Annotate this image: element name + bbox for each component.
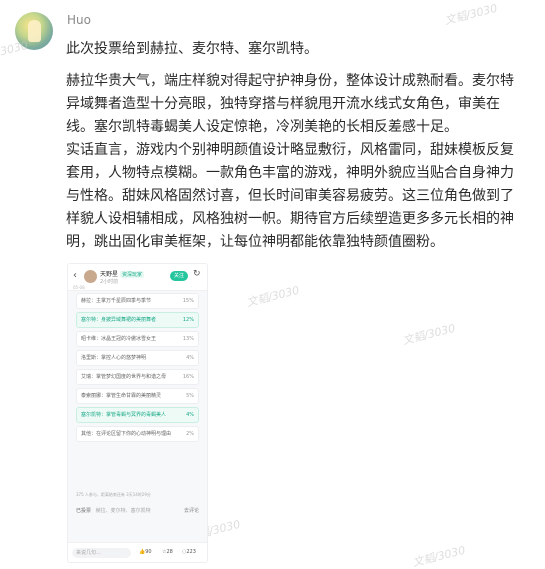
poll-option[interactable]: 赫拉：主掌万千星辰四季与季节 15% xyxy=(76,293,199,309)
comment-input[interactable]: 来说几句... xyxy=(72,548,131,558)
vote-status-bar: 已投票 赫拉、麦尔特、塞尔凯特 去评论 xyxy=(76,507,199,517)
poll-option[interactable]: 其他：在评论区留下你的心动神明与理由 2% xyxy=(76,426,199,442)
poll-option-percent: 12% xyxy=(182,317,194,323)
watermark: 文韬/3030 xyxy=(245,283,301,310)
poll-option-text: 塞尔凯特：掌管毒蝎与冥界的毒蝎美人 xyxy=(81,412,167,418)
poll-option[interactable]: 洛里斯：掌控人心的悠梦神明 4% xyxy=(76,350,199,366)
post-paragraph-1: 此次投票给到赫拉、麦尔特、塞尔凯特。 xyxy=(66,41,318,57)
embedded-screenshot[interactable]: ‹ 天野星 资深玩家 2小时前 关注 ↻ 05-08 赫拉：主掌万千星辰四季与季节… xyxy=(67,263,208,563)
poll-option-text: 赫拉：主掌万千星辰四季与季节 xyxy=(81,298,152,304)
poll-option-text: 泰索丽娜：掌管生命甘霖的美丽精灵 xyxy=(81,393,162,399)
embed-author-sub: 2小时前 xyxy=(100,279,119,285)
user-avatar[interactable] xyxy=(15,12,53,50)
poll-option[interactable]: 塞尔凯特：掌管毒蝎与冥界的毒蝎美人 4% xyxy=(76,407,199,423)
watermark: 文韬/3030 xyxy=(411,543,467,569)
like-button[interactable]: 👍90 xyxy=(139,549,152,555)
refresh-icon[interactable]: ↻ xyxy=(193,269,201,279)
poll-option-percent: 13% xyxy=(182,336,194,342)
comment-button[interactable]: ◌223 xyxy=(182,549,196,555)
poll-options: 赫拉：主掌万千星辰四季与季节 15% 塞尔特：身披异域舞裙的美丽舞者 12% 昭… xyxy=(76,293,199,445)
embed-footer: 来说几句... 👍90 ☆28 ◌223 xyxy=(68,542,207,562)
embed-author-label: 天野星 xyxy=(100,271,119,278)
poll-option-percent: 4% xyxy=(186,412,194,418)
poll-option-text: 昭卡维：冰晶王冠的冷傲冰雪女王 xyxy=(81,336,157,342)
go-comment-link[interactable]: 去评论 xyxy=(184,507,199,514)
star-count: 28 xyxy=(166,549,173,555)
poll-option-percent: 2% xyxy=(186,431,194,437)
poll-option[interactable]: 塞尔特：身披异域舞裙的美丽舞者 12% xyxy=(76,312,199,328)
poll-option-percent: 5% xyxy=(186,393,194,399)
poll-option[interactable]: 昭卡维：冰晶王冠的冷傲冰雪女王 13% xyxy=(76,331,199,347)
comment-count: 223 xyxy=(186,549,196,555)
poll-option-percent: 4% xyxy=(186,355,194,361)
avatar-figure-shape xyxy=(28,20,41,42)
voted-detail: 赫拉、麦尔特、塞尔凯特 xyxy=(95,508,151,514)
poll-option-text: 塞尔特：身披异域舞裙的美丽舞者 xyxy=(81,317,157,323)
poll-stats: 375 人参与，距离结束还有 3天14时29分 xyxy=(76,492,151,497)
username[interactable]: Huo xyxy=(67,13,91,27)
back-arrow-icon[interactable]: ‹ xyxy=(73,270,77,281)
like-count: 90 xyxy=(145,549,152,555)
poll-option-text: 艾瑞：掌管梦幻国度的世界与和谐之母 xyxy=(81,374,167,380)
author-badge: 资深玩家 xyxy=(120,271,145,278)
voted-label: 已投票 xyxy=(76,508,92,514)
poll-option[interactable]: 艾瑞：掌管梦幻国度的世界与和谐之母 16% xyxy=(76,369,199,385)
follow-button[interactable]: 关注 xyxy=(170,271,188,281)
poll-option-text: 洛里斯：掌控人心的悠梦神明 xyxy=(81,355,147,361)
post-page: Huo 此次投票给到赫拉、麦尔特、塞尔凯特。 赫拉华贵大气，端庄样貌对得起守护神… xyxy=(0,0,545,569)
embed-date: 05-08 xyxy=(73,285,85,290)
watermark: 文韬/3030 xyxy=(443,1,499,28)
poll-option-percent: 16% xyxy=(182,374,194,380)
post-paragraph-3: 实话直言，游戏内个别神明颜值设计略显敷衍，风格雷同，甜妹模板反复套用，人物特点模… xyxy=(66,142,514,250)
poll-option-percent: 15% xyxy=(182,298,194,304)
embed-author-avatar[interactable] xyxy=(84,270,97,283)
post-paragraph-2: 赫拉华贵大气，端庄样貌对得起守护神身份，整体设计成熟耐看。麦尔特异域舞者造型十分… xyxy=(66,73,514,135)
poll-option-text: 其他：在评论区留下你的心动神明与理由 xyxy=(81,431,172,437)
embed-header: ‹ 天野星 资深玩家 2小时前 关注 ↻ xyxy=(68,264,207,291)
poll-option[interactable]: 泰索丽娜：掌管生命甘霖的美丽精灵 5% xyxy=(76,388,199,404)
watermark: 文韬/3030 xyxy=(401,321,457,348)
star-button[interactable]: ☆28 xyxy=(162,549,173,555)
embed-author-name[interactable]: 天野星 资深玩家 xyxy=(100,269,145,278)
